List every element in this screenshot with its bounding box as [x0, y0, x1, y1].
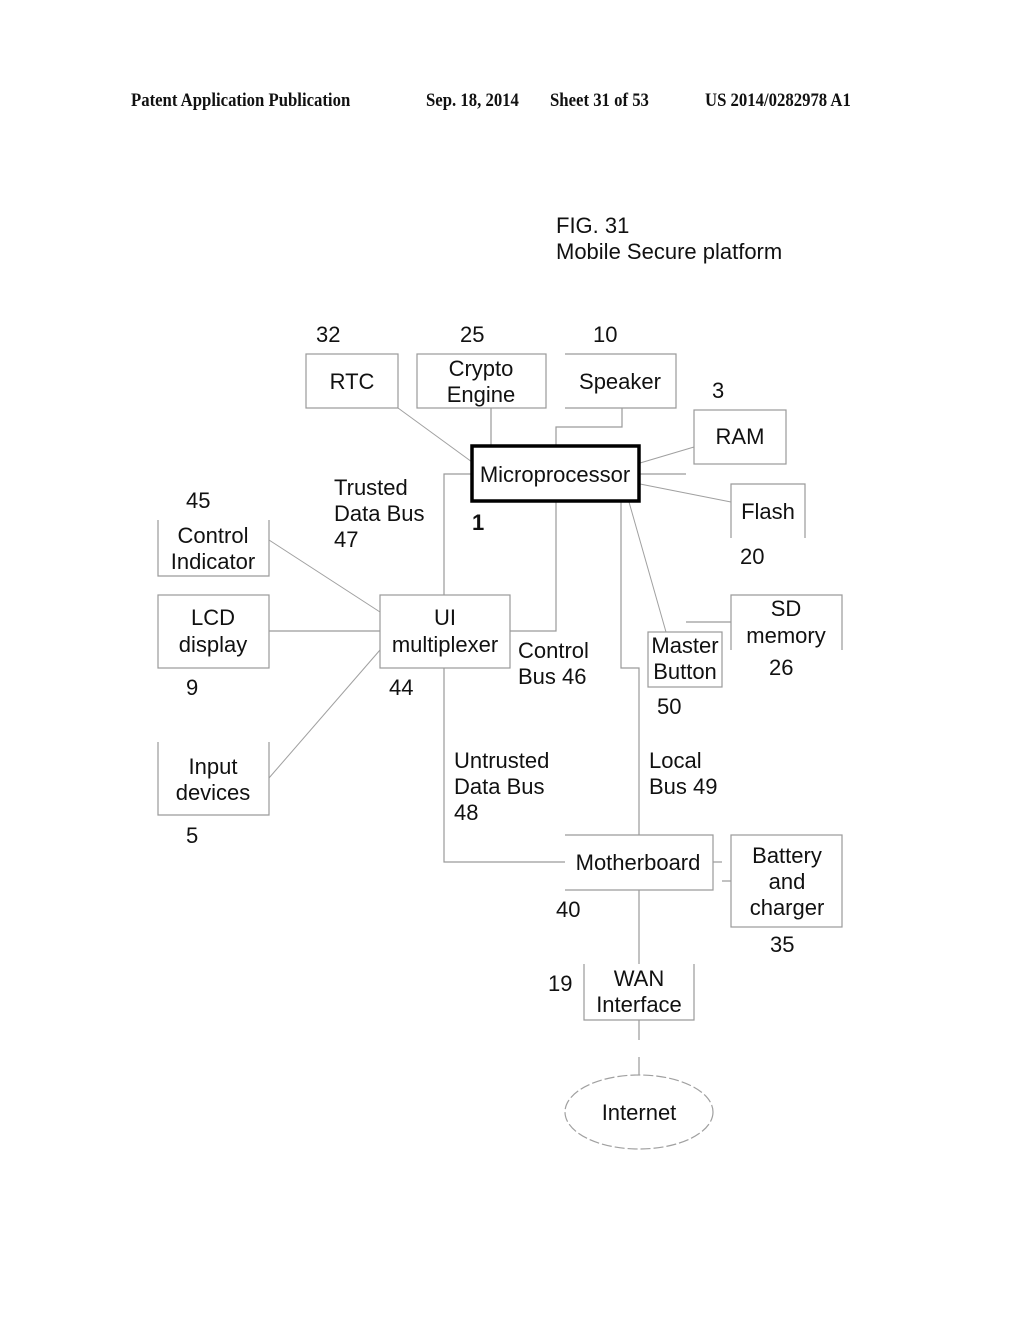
control-indicator-label-1: Control	[178, 523, 249, 548]
sd-label-1: SD	[771, 596, 802, 621]
control-indicator-label-2: Indicator	[171, 549, 255, 574]
wire-input-mux	[268, 649, 381, 779]
master-label-2: Button	[653, 659, 717, 684]
wire-ram-cpu	[639, 446, 695, 464]
motherboard-label: Motherboard	[576, 850, 701, 875]
input-label-2: devices	[176, 780, 251, 805]
rtc-label: RTC	[330, 369, 375, 394]
figure-title: Mobile Secure platform	[556, 239, 782, 264]
local-bus-line2: Bus 49	[649, 774, 718, 799]
block-diagram: FIG. 31 Mobile Secure platform 32 RTC 25…	[157, 213, 843, 1150]
speaker-ref: 10	[593, 322, 617, 347]
trusted-bus-label: Trusted Data Bus 47	[334, 475, 425, 552]
trusted-bus-line1: Trusted	[334, 475, 408, 500]
ram-block: 3 RAM	[693, 378, 787, 465]
flash-label: Flash	[741, 499, 795, 524]
untrusted-bus-label: Untrusted Data Bus 48	[454, 748, 549, 825]
motherboard-block: Motherboard 40	[556, 834, 714, 922]
figure-number: FIG. 31	[556, 213, 629, 238]
rtc-ref: 32	[316, 322, 340, 347]
local-bus-label: Local Bus 49	[649, 748, 718, 799]
rtc-block: 32 RTC	[305, 322, 399, 409]
sd-label-2: memory	[746, 623, 825, 648]
wan-interface-block: WAN Interface 19	[548, 964, 695, 1021]
control-indicator-ref: 45	[186, 488, 210, 513]
battery-charger-block: Battery and charger 35	[730, 834, 843, 957]
lcd-display-block: LCD display 9	[157, 594, 270, 700]
battery-label-1: Battery	[752, 843, 822, 868]
control-bus-line2: Bus 46	[518, 664, 587, 689]
control-indicator-block: 45 Control Indicator	[157, 488, 270, 577]
crypto-ref: 25	[460, 322, 484, 347]
sd-memory-block: SD memory 26	[730, 594, 843, 680]
flash-ref: 20	[740, 544, 764, 569]
wire-indicator-mux	[268, 539, 381, 613]
control-bus	[510, 502, 557, 632]
trusted-bus-line3: 47	[334, 527, 358, 552]
crypto-label-2: Engine	[447, 382, 516, 407]
microprocessor-label: Microprocessor	[480, 462, 630, 487]
lcd-label-2: display	[179, 632, 247, 657]
input-devices-block: Input devices 5	[157, 742, 270, 848]
crypto-engine-block: 25 Crypto Engine	[416, 322, 547, 409]
internet-cloud: Internet	[564, 1074, 714, 1150]
ram-ref: 3	[712, 378, 724, 403]
control-bus-line1: Control	[518, 638, 589, 663]
control-bus-label: Control Bus 46	[518, 638, 589, 689]
motherboard-ref: 40	[556, 897, 580, 922]
ui-mux-label-1: UI	[434, 605, 456, 630]
flash-block: Flash 20	[730, 483, 806, 569]
master-label-1: Master	[651, 633, 718, 658]
battery-ref: 35	[770, 932, 794, 957]
microprocessor-ref: 1	[472, 510, 484, 535]
trusted-data-bus	[443, 473, 472, 595]
master-ref: 50	[657, 694, 681, 719]
wire-flash-cpu	[639, 483, 732, 503]
crypto-label-1: Crypto	[449, 356, 514, 381]
wire-rtc-cpu	[397, 407, 473, 463]
untrusted-bus-line1: Untrusted	[454, 748, 549, 773]
battery-label-3: charger	[750, 895, 825, 920]
speaker-label: Speaker	[579, 369, 661, 394]
wire-speaker-cpu	[555, 408, 623, 446]
battery-label-2: and	[769, 869, 806, 894]
lcd-label-1: LCD	[191, 605, 235, 630]
ui-multiplexer-block: UI multiplexer 44	[379, 594, 511, 700]
wire-master-cpu	[628, 501, 667, 633]
local-bus	[620, 492, 640, 835]
ui-mux-ref: 44	[389, 675, 413, 700]
wan-label-2: Interface	[596, 992, 682, 1017]
trusted-bus-line2: Data Bus	[334, 501, 425, 526]
sd-ref: 26	[769, 655, 793, 680]
input-ref: 5	[186, 823, 198, 848]
untrusted-bus-line2: Data Bus	[454, 774, 545, 799]
wan-label-1: WAN	[614, 966, 665, 991]
wan-ref: 19	[548, 971, 572, 996]
input-label-1: Input	[189, 754, 238, 779]
ui-mux-label-2: multiplexer	[392, 632, 498, 657]
speaker-block: 10 Speaker	[565, 322, 677, 409]
lcd-ref: 9	[186, 675, 198, 700]
untrusted-bus-line3: 48	[454, 800, 478, 825]
local-bus-line1: Local	[649, 748, 702, 773]
internet-label: Internet	[602, 1100, 677, 1125]
ram-label: RAM	[716, 424, 765, 449]
master-button-block: Master Button 50	[647, 631, 723, 719]
